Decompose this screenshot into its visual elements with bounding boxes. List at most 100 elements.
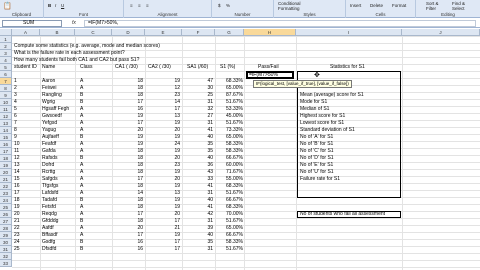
column-header-a[interactable]: A	[12, 29, 40, 36]
student-id-cell[interactable]: 16	[14, 183, 38, 190]
s1-cell[interactable]: 65.00%	[215, 134, 243, 141]
ca1-cell[interactable]: 18	[112, 197, 143, 204]
delete-button[interactable]: Delete	[370, 3, 383, 8]
ca2-cell[interactable]: 17	[145, 218, 180, 225]
column-header-e[interactable]: E	[145, 29, 182, 36]
class-cell[interactable]: B	[80, 155, 110, 162]
ca1-cell[interactable]: 18	[112, 85, 143, 92]
column-header-i[interactable]: I	[296, 29, 402, 36]
row-header-10[interactable]: 10	[0, 99, 12, 106]
student-id-cell[interactable]: 13	[14, 162, 38, 169]
ca1-cell[interactable]: 18	[112, 78, 143, 85]
student-id-cell[interactable]: 12	[14, 155, 38, 162]
class-cell[interactable]: A	[80, 176, 110, 183]
class-cell[interactable]: A	[80, 85, 110, 92]
class-cell[interactable]: A	[80, 106, 110, 113]
row-header-15[interactable]: 15	[0, 134, 12, 141]
ca1-cell[interactable]: 18	[112, 92, 143, 99]
student-id-cell[interactable]: 20	[14, 211, 38, 218]
s1-cell[interactable]: 55.00%	[215, 176, 243, 183]
ca2-cell[interactable]: 19	[145, 197, 180, 204]
s1-cell[interactable]: 51.67%	[215, 218, 243, 225]
class-cell[interactable]: B	[80, 92, 110, 99]
student-id-cell[interactable]: 19	[14, 204, 38, 211]
row-header-6[interactable]: 6	[0, 71, 12, 78]
formula-input[interactable]: =IF(M7>50%,	[84, 20, 476, 27]
row-header-5[interactable]: 5	[0, 64, 12, 71]
column-header-h[interactable]: H	[244, 29, 296, 36]
currency-icon[interactable]: $	[218, 3, 221, 8]
row-header-23[interactable]: 23	[0, 190, 12, 197]
class-cell[interactable]: B	[80, 99, 110, 106]
student-id-cell[interactable]: 14	[14, 169, 38, 176]
sa1-cell[interactable]: 33	[182, 176, 213, 183]
student-id-cell[interactable]: 3	[14, 92, 38, 99]
student-id-cell[interactable]: 9	[14, 134, 38, 141]
ca2-cell[interactable]: 21	[145, 225, 180, 232]
student-id-cell[interactable]: 7	[14, 120, 38, 127]
student-id-cell[interactable]: 6	[14, 113, 38, 120]
student-id-cell[interactable]: 1	[14, 78, 38, 85]
row-header-20[interactable]: 20	[0, 169, 12, 176]
row-header-2[interactable]: 2	[0, 43, 12, 50]
name-box[interactable]: SUM	[2, 20, 62, 27]
row-header-17[interactable]: 17	[0, 148, 12, 155]
ca1-cell[interactable]: 18	[112, 155, 143, 162]
underline-icon[interactable]: U	[61, 3, 64, 8]
s1-cell[interactable]: 58.33%	[215, 239, 243, 246]
ca1-cell[interactable]: 16	[112, 239, 143, 246]
s1-cell[interactable]: 66.67%	[215, 232, 243, 239]
sa1-cell[interactable]: 27	[182, 113, 213, 120]
row-header-8[interactable]: 8	[0, 85, 12, 92]
class-cell[interactable]: B	[80, 239, 110, 246]
student-id-cell[interactable]: 23	[14, 232, 38, 239]
row-header-14[interactable]: 14	[0, 127, 12, 134]
ca2-cell[interactable]: 19	[145, 120, 180, 127]
ca2-cell[interactable]: 20	[145, 176, 180, 183]
name-cell[interactable]: Yagug	[42, 127, 74, 134]
student-id-cell[interactable]: 8	[14, 127, 38, 134]
s1-cell[interactable]: 45.00%	[215, 113, 243, 120]
s1-cell[interactable]: 65.00%	[215, 225, 243, 232]
sa1-cell[interactable]: 41	[182, 204, 213, 211]
class-cell[interactable]: B	[80, 246, 110, 253]
name-cell[interactable]: Rangling	[42, 92, 74, 99]
ca2-cell[interactable]: 13	[145, 190, 180, 197]
fx-icon[interactable]: fx	[72, 20, 76, 26]
insert-button[interactable]: Insert	[350, 3, 361, 8]
ca1-cell[interactable]: 17	[112, 232, 143, 239]
name-cell[interactable]: Tfgsfgs	[42, 183, 74, 190]
sa1-cell[interactable]: 31	[182, 120, 213, 127]
student-id-cell[interactable]: 17	[14, 190, 38, 197]
s1-cell[interactable]: 70.00%	[215, 211, 243, 218]
s1-cell[interactable]: 87.67%	[215, 92, 243, 99]
s1-cell[interactable]: 58.33%	[215, 141, 243, 148]
row-header-29[interactable]: 29	[0, 232, 12, 239]
row-header-26[interactable]: 26	[0, 211, 12, 218]
name-cell[interactable]: Aaron	[42, 78, 74, 85]
ca2-cell[interactable]: 19	[145, 148, 180, 155]
name-cell[interactable]: Feiwei	[42, 85, 74, 92]
s1-cell[interactable]: 73.33%	[215, 127, 243, 134]
ca2-cell[interactable]: 23	[145, 162, 180, 169]
s1-cell[interactable]: 66.67%	[215, 197, 243, 204]
row-header-16[interactable]: 16	[0, 141, 12, 148]
class-cell[interactable]: A	[80, 169, 110, 176]
row-header-9[interactable]: 9	[0, 92, 12, 99]
sa1-cell[interactable]: 31	[182, 218, 213, 225]
ca2-cell[interactable]: 19	[145, 204, 180, 211]
sa1-cell[interactable]: 31	[182, 99, 213, 106]
ca1-cell[interactable]: 14	[112, 190, 143, 197]
row-header-21[interactable]: 21	[0, 176, 12, 183]
student-id-cell[interactable]: 10	[14, 141, 38, 148]
name-cell[interactable]: Dofrd	[42, 162, 74, 169]
row-header-22[interactable]: 22	[0, 183, 12, 190]
class-cell[interactable]: A	[80, 162, 110, 169]
ca2-cell[interactable]: 20	[145, 155, 180, 162]
student-id-cell[interactable]: 25	[14, 246, 38, 253]
class-cell[interactable]: A	[80, 78, 110, 85]
class-cell[interactable]: B	[80, 197, 110, 204]
student-id-cell[interactable]: 2	[14, 85, 38, 92]
name-cell[interactable]: Yefgsd	[42, 120, 74, 127]
row-header-7[interactable]: 7	[0, 78, 12, 85]
